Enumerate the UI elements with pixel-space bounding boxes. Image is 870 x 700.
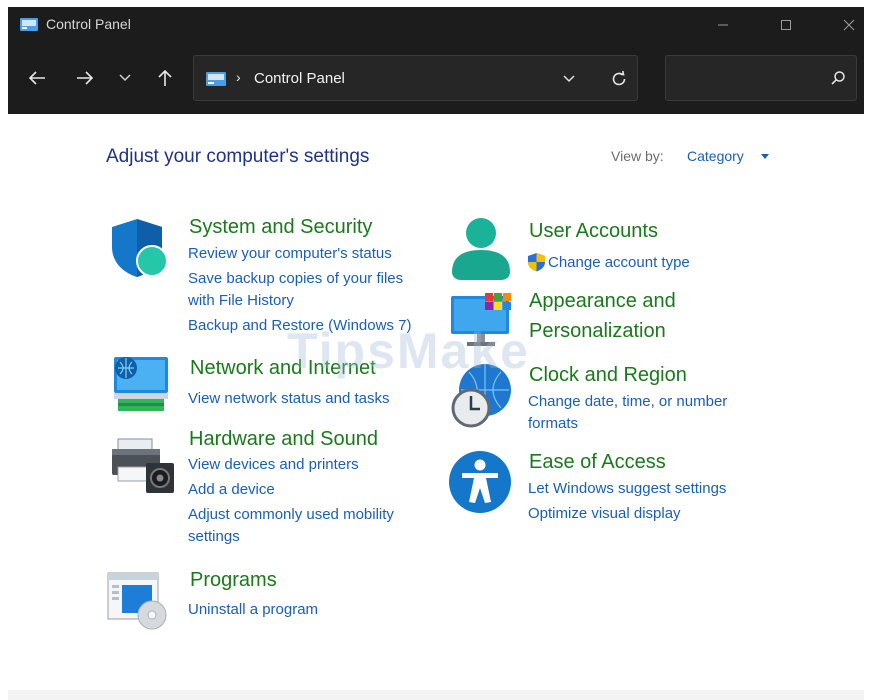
- navigation-bar: › Control Panel: [8, 43, 864, 114]
- back-arrow-icon: [28, 71, 45, 85]
- address-dropdown-icon: [563, 75, 575, 83]
- maximize-button[interactable]: [763, 7, 809, 43]
- accessibility-icon[interactable]: [448, 450, 512, 519]
- view-by-caret-icon[interactable]: [761, 154, 769, 159]
- uac-shield-icon: [527, 252, 546, 277]
- window-title: Control Panel: [46, 16, 131, 32]
- control-panel-icon: [20, 18, 38, 31]
- category-hardware-and-sound[interactable]: Hardware and Sound: [189, 428, 378, 451]
- link-add-a-device[interactable]: Add a device: [188, 481, 275, 498]
- appearance-monitor-icon[interactable]: [449, 292, 515, 355]
- category-clock-and-region[interactable]: Clock and Region: [529, 364, 687, 387]
- recent-locations-button[interactable]: [110, 63, 140, 93]
- view-by-label: View by:: [611, 148, 664, 164]
- breadcrumb-control-panel[interactable]: Control Panel: [254, 70, 345, 87]
- recent-locations-icon: [119, 74, 131, 82]
- forward-button[interactable]: [70, 63, 100, 93]
- link-view-network-status[interactable]: View network status and tasks: [188, 390, 390, 407]
- link-adjust-mobility[interactable]: Adjust commonly used mobility: [188, 506, 394, 523]
- link-change-date-time-number-line2[interactable]: formats: [528, 415, 578, 432]
- user-icon[interactable]: [450, 216, 512, 285]
- shield-icon[interactable]: [110, 217, 172, 284]
- forward-arrow-icon: [77, 71, 94, 85]
- link-change-account-type[interactable]: Change account type: [548, 254, 690, 271]
- link-let-windows-suggest-settings[interactable]: Let Windows suggest settings: [528, 480, 726, 497]
- category-appearance-and-personalization[interactable]: Appearance and: [529, 290, 676, 313]
- title-bar: Control Panel: [8, 7, 864, 43]
- clock-globe-icon[interactable]: [447, 362, 513, 433]
- maximize-icon: [781, 20, 791, 30]
- view-by-dropdown[interactable]: Category: [687, 148, 744, 164]
- search-input[interactable]: [674, 66, 828, 92]
- control-panel-icon: [206, 72, 226, 86]
- category-appearance-and-personalization-line2[interactable]: Personalization: [529, 320, 666, 343]
- category-system-and-security[interactable]: System and Security: [189, 216, 372, 239]
- breadcrumb-separator[interactable]: ›: [236, 69, 241, 85]
- refresh-button[interactable]: [607, 68, 631, 90]
- address-dropdown-button[interactable]: [559, 70, 579, 88]
- link-adjust-mobility-line2[interactable]: settings: [188, 528, 240, 545]
- link-save-backup-copies-line2[interactable]: with File History: [188, 292, 294, 309]
- close-button[interactable]: [826, 7, 870, 43]
- search-box[interactable]: [665, 55, 857, 101]
- bottom-edge: [8, 690, 864, 700]
- category-ease-of-access[interactable]: Ease of Access: [529, 451, 666, 474]
- up-button[interactable]: [150, 63, 180, 93]
- printer-speaker-icon[interactable]: [110, 437, 176, 500]
- link-save-backup-copies[interactable]: Save backup copies of your files: [188, 270, 403, 287]
- minimize-button[interactable]: [700, 7, 746, 43]
- category-network-and-internet[interactable]: Network and Internet: [190, 357, 376, 380]
- link-optimize-visual-display[interactable]: Optimize visual display: [528, 505, 681, 522]
- category-user-accounts[interactable]: User Accounts: [529, 220, 658, 243]
- link-review-computer-status[interactable]: Review your computer's status: [188, 245, 392, 262]
- link-uninstall-a-program[interactable]: Uninstall a program: [188, 601, 318, 618]
- minimize-icon: [718, 24, 728, 26]
- programs-disc-icon[interactable]: [106, 571, 170, 636]
- address-bar[interactable]: › Control Panel: [193, 55, 638, 101]
- up-arrow-icon: [158, 69, 172, 86]
- category-programs[interactable]: Programs: [190, 569, 277, 592]
- page-heading: Adjust your computer's settings: [106, 146, 370, 167]
- link-change-date-time-number[interactable]: Change date, time, or number: [528, 393, 727, 410]
- refresh-icon: [612, 70, 626, 86]
- link-view-devices-and-printers[interactable]: View devices and printers: [188, 456, 359, 473]
- search-icon[interactable]: [829, 69, 847, 87]
- network-monitor-icon[interactable]: [110, 355, 172, 420]
- back-button[interactable]: [22, 63, 52, 93]
- link-backup-and-restore[interactable]: Backup and Restore (Windows 7): [188, 317, 411, 334]
- close-icon: [843, 19, 855, 31]
